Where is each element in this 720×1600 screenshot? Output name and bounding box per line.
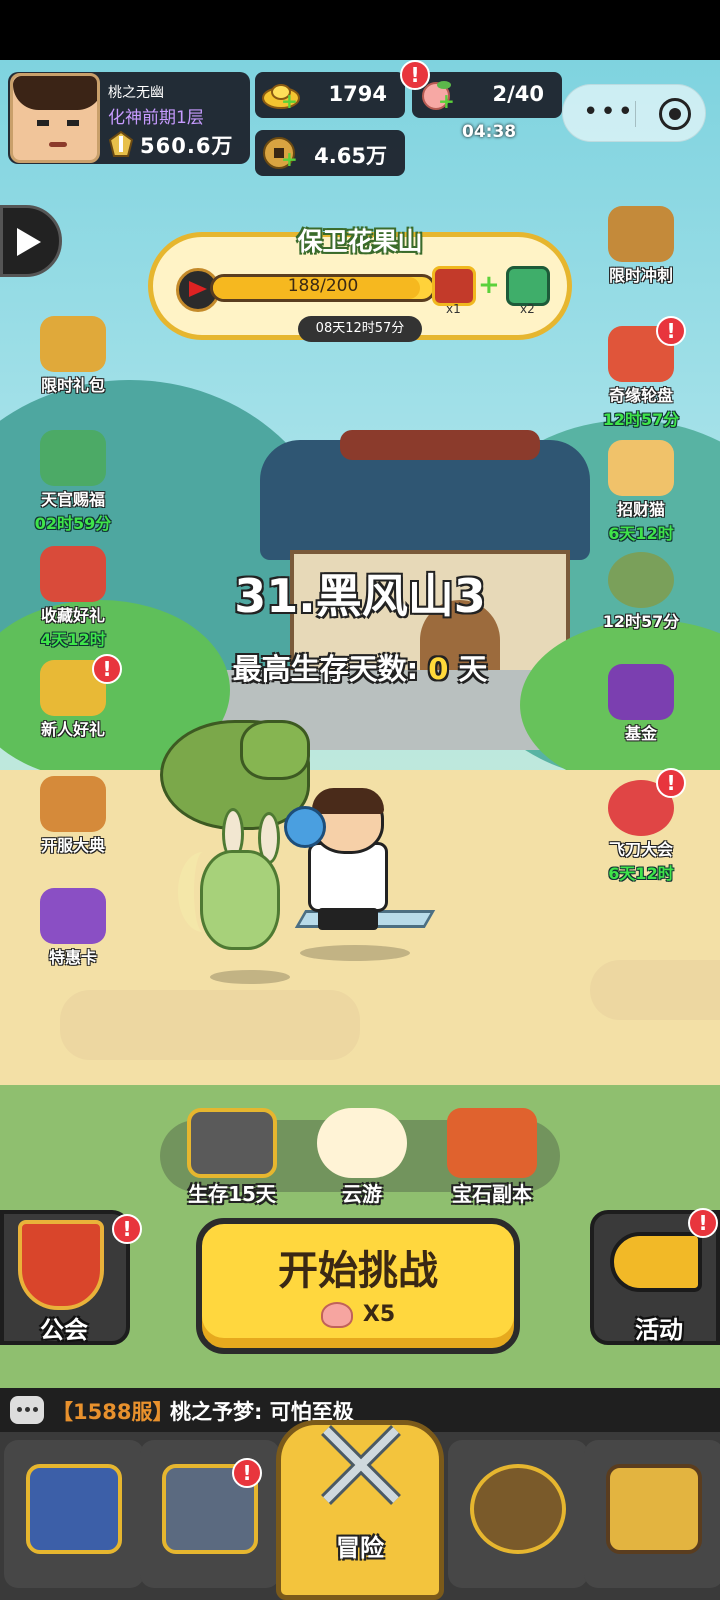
- add-copper-icon[interactable]: +: [281, 149, 298, 169]
- hourglass-icon: [608, 206, 674, 262]
- shadow: [300, 945, 410, 961]
- event-title: 保卫花果山: [297, 227, 423, 256]
- cloud-icon: [317, 1108, 407, 1178]
- stamina-value: 2/40: [492, 82, 544, 106]
- add-gold-icon[interactable]: +: [281, 91, 298, 111]
- event-progress-text: 188/200: [287, 276, 359, 296]
- heavenly-blessing-button[interactable]: 天官赐福 02时59分: [28, 430, 118, 534]
- hero-legs: [318, 908, 378, 930]
- reward-chest-icon[interactable]: [432, 266, 476, 306]
- upgrade-arrow-icon: [470, 1464, 566, 1554]
- alert-badge: !: [112, 1214, 142, 1244]
- staff-orb: [284, 806, 326, 848]
- dragon-pet-head: [240, 720, 310, 780]
- alert-badge: !: [656, 768, 686, 798]
- more-menu-icon[interactable]: •••: [583, 97, 635, 127]
- combat-power-value: 560.6万: [140, 134, 234, 158]
- gold-resource[interactable]: + 1794: [255, 72, 405, 118]
- best-survival-days: 最高生存天数: 0 天: [232, 652, 488, 686]
- start-challenge-cost: X5: [196, 1302, 520, 1328]
- start-challenge-label: 开始挑战: [278, 1248, 438, 1294]
- dragon-icon: [447, 1108, 537, 1178]
- fan-icon: [40, 430, 106, 486]
- reward-count: x2: [520, 302, 535, 316]
- gold-value: 1794: [328, 82, 387, 106]
- crossed-swords-icon: [321, 1425, 401, 1505]
- nav-item-home[interactable]: [4, 1440, 144, 1588]
- horn-icon: [610, 1232, 702, 1292]
- drum-icon: [40, 776, 106, 832]
- guild-banner-icon: [18, 1220, 104, 1310]
- stamina-alert-badge: !: [400, 60, 430, 90]
- travel-mode-button[interactable]: 云游: [302, 1108, 422, 1207]
- nav-item-upgrade[interactable]: [448, 1440, 588, 1588]
- temple-ridge: [340, 430, 540, 460]
- peach-icon: [320, 1302, 353, 1328]
- treasure-chest-icon: [606, 1464, 702, 1554]
- palace-icon: [26, 1464, 122, 1554]
- stage-name: 31.黑风山3: [234, 569, 486, 623]
- hero-hair: [312, 788, 384, 814]
- combat-power-icon: [108, 130, 134, 157]
- reward-count: x1: [446, 302, 461, 316]
- rabbit-companion: [200, 850, 280, 950]
- chest-icon: [187, 1108, 277, 1178]
- stamina-timer: 04:38: [462, 122, 517, 142]
- special-card-button[interactable]: 特惠卡: [28, 888, 118, 968]
- survival-mode-button[interactable]: 生存15天: [172, 1108, 292, 1207]
- limited-gift-pack-button[interactable]: 限时礼包: [28, 316, 118, 396]
- player-name: 桃之无幽: [108, 85, 164, 101]
- shadow: [210, 970, 290, 984]
- dirt-path: [60, 990, 360, 1060]
- alert-badge: !: [688, 1208, 718, 1238]
- gift-pack-icon: [40, 316, 106, 372]
- reward-chest-icon[interactable]: [506, 266, 550, 306]
- stamina-resource[interactable]: + 2/40: [412, 72, 562, 118]
- lucky-cat-button[interactable]: 招财猫 6天12时: [596, 440, 686, 544]
- nav-item-equipment[interactable]: [140, 1440, 280, 1588]
- event-countdown: 08天12时57分: [298, 316, 422, 342]
- nav-item-adventure-label: 冒险: [336, 1534, 384, 1562]
- alert-badge: !: [232, 1458, 262, 1488]
- avatar[interactable]: [10, 73, 100, 163]
- copper-value: 4.65万: [314, 144, 387, 168]
- nav-item-treasury[interactable]: [584, 1440, 720, 1588]
- vip-card-icon: [40, 888, 106, 944]
- dirt-path: [590, 960, 720, 1020]
- player-realm: 化神前期1层: [108, 108, 204, 128]
- copper-resource[interactable]: + 4.65万: [255, 130, 405, 176]
- lucky-cat-icon: [608, 440, 674, 496]
- alert-badge: !: [656, 316, 686, 346]
- gem-dungeon-button[interactable]: 宝石副本: [432, 1108, 552, 1207]
- close-program-icon[interactable]: [659, 98, 691, 130]
- add-stamina-icon[interactable]: +: [438, 91, 455, 111]
- server-opening-button[interactable]: 开服大典: [28, 776, 118, 856]
- chat-server-tag: 【1588服】: [52, 1400, 174, 1424]
- limited-sprint-button[interactable]: 限时冲刺: [596, 206, 686, 286]
- chat-bubble-icon[interactable]: [10, 1396, 44, 1424]
- mini-program-capsule: •••: [562, 84, 706, 142]
- plus-icon: +: [478, 270, 500, 300]
- guild-button[interactable]: 公会: [0, 1210, 130, 1345]
- status-bar: [0, 0, 720, 60]
